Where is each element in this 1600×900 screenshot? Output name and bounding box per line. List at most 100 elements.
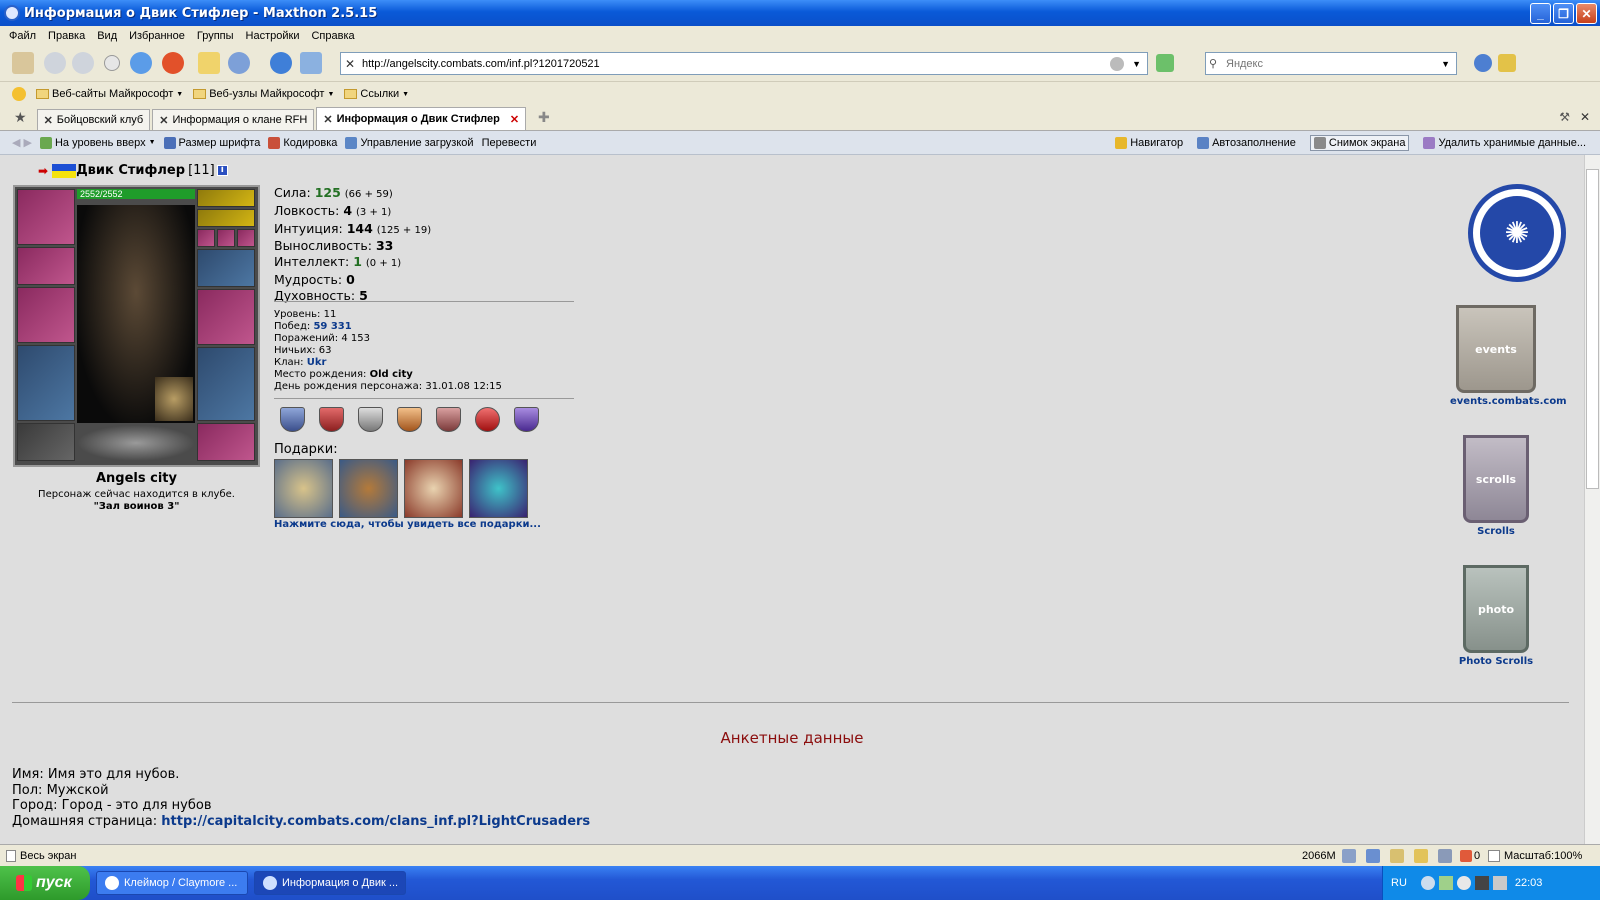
bracers-slot[interactable] <box>17 247 75 285</box>
menu-edit[interactable]: Правка <box>43 30 90 42</box>
encoding-button[interactable]: Кодировка <box>268 136 337 149</box>
menu-settings[interactable]: Настройки <box>241 30 305 42</box>
popup-block-icon[interactable] <box>1460 849 1472 862</box>
window-icon[interactable] <box>300 52 322 74</box>
address-input[interactable] <box>362 57 1111 70</box>
address-bar[interactable]: ✕ ▼ <box>340 52 1148 75</box>
helmet-slot[interactable] <box>17 189 75 245</box>
badge-shield-icon[interactable] <box>514 407 539 432</box>
scrolls-banner[interactable]: scrolls Scrolls <box>1462 435 1530 537</box>
menu-view[interactable]: Вид <box>92 30 122 42</box>
weapon-left-slot[interactable] <box>17 287 75 343</box>
ring1-slot[interactable] <box>197 229 215 247</box>
menu-groups[interactable]: Группы <box>192 30 239 42</box>
events-banner[interactable]: events events.combats.com <box>1450 305 1567 407</box>
gift-item[interactable] <box>469 459 528 518</box>
events-link[interactable]: events.combats.com <box>1450 396 1567 407</box>
gift-item[interactable] <box>339 459 398 518</box>
amulet-slot[interactable] <box>197 189 255 207</box>
download-manager-button[interactable]: Управление загрузкой <box>345 136 474 149</box>
weapon-right-slot[interactable] <box>197 289 255 345</box>
gloves-slot[interactable] <box>197 249 255 287</box>
search-input[interactable] <box>1226 57 1442 70</box>
ring3-slot[interactable] <box>237 229 255 247</box>
star-icon[interactable]: ★ <box>14 109 27 126</box>
tray-app-icon[interactable] <box>1474 876 1489 890</box>
gift-item[interactable] <box>274 459 333 518</box>
home-icon[interactable] <box>198 52 220 74</box>
address-dropdown-icon[interactable]: ▼ <box>1132 59 1141 69</box>
restore-button[interactable]: ❐ <box>1553 3 1574 24</box>
highlight-icon[interactable] <box>1498 54 1516 72</box>
badge-shield-icon[interactable] <box>358 407 383 432</box>
undo-icon[interactable] <box>228 52 250 74</box>
all-gifts-link[interactable]: Нажмите сюда, чтобы увидеть все подарки.… <box>274 519 541 530</box>
ad-block-icon[interactable] <box>1438 848 1452 863</box>
earrings-slot[interactable] <box>197 209 255 227</box>
leggings-slot[interactable] <box>197 347 255 421</box>
screenshot-button[interactable]: Снимок экрана <box>1309 135 1410 151</box>
vertical-scrollbar[interactable] <box>1584 155 1600 844</box>
fav-links[interactable]: Ссылки ▼ <box>344 88 409 100</box>
close-tab-icon[interactable]: ✕ <box>510 113 519 126</box>
search-icon[interactable] <box>1474 54 1492 72</box>
navigator-button[interactable]: Навигатор <box>1115 137 1183 149</box>
close-all-icon[interactable]: ✕ <box>1580 110 1590 124</box>
folder-status-icon[interactable] <box>1414 848 1428 863</box>
start-button[interactable]: пуск <box>0 866 90 900</box>
stop-icon[interactable] <box>162 52 184 74</box>
badge-shield-icon[interactable] <box>436 407 461 432</box>
boots-slot[interactable] <box>197 423 255 461</box>
translate-button[interactable]: Перевести <box>482 137 537 149</box>
go-icon[interactable] <box>1156 54 1174 72</box>
tab-character-info[interactable]: ✕ Информация о Двик Стифлер ✕ <box>316 107 527 130</box>
user-icon[interactable] <box>12 52 34 74</box>
menu-file[interactable]: Файл <box>4 30 41 42</box>
autofill-button[interactable]: Автозаполнение <box>1197 137 1296 149</box>
scroll-thumb[interactable] <box>1586 169 1599 489</box>
back-icon[interactable] <box>44 52 66 74</box>
go-up-button[interactable]: На уровень вверх ▼ <box>39 136 156 149</box>
volume-icon[interactable] <box>1456 876 1471 890</box>
favorites-star-icon[interactable] <box>12 87 26 101</box>
search-dropdown-icon[interactable]: ▼ <box>1441 59 1450 69</box>
info-icon[interactable]: i <box>216 165 228 176</box>
belt-slot[interactable] <box>17 423 75 461</box>
history-dropdown-icon[interactable] <box>104 55 120 71</box>
badge-shield-icon[interactable] <box>280 407 305 432</box>
forward-icon[interactable] <box>72 52 94 74</box>
tab-fight-club[interactable]: ✕ Бойцовский клуб <box>36 109 151 130</box>
menu-help[interactable]: Справка <box>306 30 359 42</box>
font-size-button[interactable]: Размер шрифта <box>163 136 260 149</box>
taskbar-item[interactable]: Клеймор / Claymore ... <box>96 871 248 895</box>
network-icon[interactable] <box>1438 876 1453 890</box>
gift-item[interactable] <box>404 459 463 518</box>
homepage-link[interactable]: http://capitalcity.combats.com/clans_inf… <box>161 814 590 829</box>
zoom-level[interactable]: Масштаб:100% <box>1504 850 1582 862</box>
speaker-icon[interactable] <box>1342 848 1356 863</box>
fav-microsoft-nodes[interactable]: Веб-узлы Майкрософт ▼ <box>193 88 334 100</box>
popup-icon[interactable] <box>1390 848 1404 863</box>
new-tab-icon[interactable]: ✚ <box>538 109 550 126</box>
clan-link[interactable]: Ukr <box>307 357 327 368</box>
ring2-slot[interactable] <box>217 229 235 247</box>
menu-favorites[interactable]: Избранное <box>124 30 190 42</box>
taskbar-item-active[interactable]: Информация о Двик ... <box>254 871 406 895</box>
photo-scrolls-link[interactable]: Photo Scrolls <box>1450 656 1542 667</box>
tray-monitor-icon[interactable] <box>1492 876 1507 890</box>
tools-icon[interactable]: ⚒ <box>1559 110 1570 124</box>
owl-pet-icon[interactable] <box>155 377 193 421</box>
refresh-icon[interactable] <box>130 52 152 74</box>
combats-logo[interactable]: ✺ <box>1468 184 1566 282</box>
badge-shield-icon[interactable] <box>397 407 422 432</box>
tab-clan-info[interactable]: ✕ Информация о клане RFH <box>152 109 315 130</box>
scrolls-link[interactable]: Scrolls <box>1462 526 1530 537</box>
clock-icon[interactable] <box>270 52 292 74</box>
nav-back-icon[interactable]: ◀ ▶ <box>12 136 32 149</box>
clear-data-button[interactable]: Удалить хранимые данные... <box>1423 137 1586 149</box>
badge-shield-icon[interactable] <box>319 407 344 432</box>
close-window-button[interactable]: ✕ <box>1576 3 1597 24</box>
language-indicator[interactable]: RU <box>1391 877 1407 889</box>
badge-star-icon[interactable] <box>475 407 500 432</box>
tray-arrow-icon[interactable] <box>1420 876 1435 890</box>
